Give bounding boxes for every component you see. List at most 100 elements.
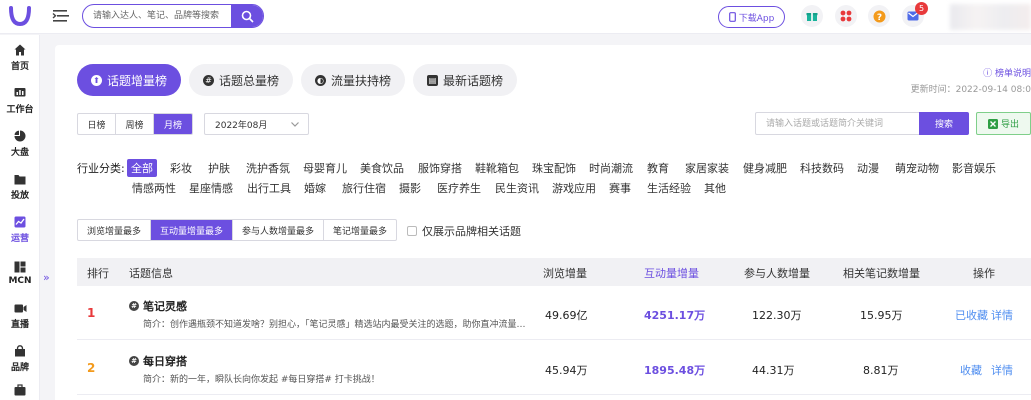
industry-tag[interactable]: 彩妆 (170, 160, 192, 176)
folder-icon (14, 174, 26, 184)
rank-rule-link[interactable]: ⓘ 榜单说明 (983, 66, 1031, 79)
industry-tag[interactable]: 出行工具 (247, 180, 291, 196)
industry-tag[interactable]: 洗护香氛 (246, 160, 290, 176)
industry-tag[interactable]: 动漫 (857, 160, 879, 176)
user-avatar[interactable] (950, 4, 1031, 30)
sidebar-item-label: 品牌 (10, 363, 29, 373)
tab-label: 流量扶持榜 (331, 73, 392, 88)
sidebar-item-operation[interactable]: 运营 (0, 210, 40, 250)
brand-only-checkbox[interactable]: 仅展示品牌相关话题 (407, 223, 521, 239)
favorite-button[interactable]: 已收藏 (955, 307, 988, 323)
industry-tag[interactable]: 星座情感 (189, 180, 233, 196)
message-button[interactable]: 5 (902, 2, 928, 27)
help-button[interactable]: ? (868, 5, 890, 27)
table-row: 1 # 笔记灵感 简介：创作遇瓶颈不知道发啥？别担心，「笔记灵感」精选站内最受关… (77, 286, 1031, 340)
topic-intro: 简介：创作遇瓶颈不知道发啥？别担心，「笔记灵感」精选站内最受关注的选题，助你直冲… (143, 320, 526, 330)
industry-tag[interactable]: 婚嫁 (304, 180, 326, 196)
global-search-input[interactable] (83, 5, 233, 27)
industry-tag[interactable]: 旅行住宿 (342, 180, 386, 196)
industry-tag[interactable]: 全部 (127, 159, 157, 177)
industry-tag[interactable]: 护肤 (208, 160, 230, 176)
sidebar-item-live[interactable]: 直播 (0, 296, 40, 336)
sidebar-item-more[interactable] (0, 380, 40, 400)
industry-tag[interactable]: 生活经验 (647, 180, 691, 196)
topic-title[interactable]: # 笔记灵感 (129, 298, 187, 314)
industry-tag[interactable]: 家居家装 (685, 160, 729, 176)
industry-tag[interactable]: 美食饮品 (360, 160, 404, 176)
industry-tag[interactable]: 教育 (647, 160, 669, 176)
sort-interactions[interactable]: 互动量增量最多 (151, 220, 234, 240)
row-rank: 1 (87, 306, 96, 320)
gift-button[interactable] (801, 5, 823, 27)
tab-topic-increment[interactable]: ⬆ 话题增量榜 (77, 64, 182, 96)
sidebar-item-home[interactable]: 首页 (0, 38, 40, 78)
industry-tag[interactable]: 母婴育儿 (303, 160, 347, 176)
industry-tag[interactable]: 鞋靴箱包 (475, 160, 519, 176)
month-value: 2022年08月 (215, 120, 268, 131)
col-interactions[interactable]: 互动量增量 (644, 265, 699, 281)
row-rank: 2 (87, 361, 96, 375)
sidebar-expand-button[interactable]: » (43, 271, 50, 284)
sort-participants[interactable]: 参与人数增量最多 (233, 220, 325, 240)
gift-icon (806, 13, 818, 21)
views-value: 49.69亿 (545, 309, 588, 322)
main-panel: ⬆ 话题增量榜 # 话题总量榜 ◐ 流量扶持榜 ▤ 最新话题榜 ⓘ 榜单说明 更… (55, 45, 1031, 400)
sidebar-item-workbench[interactable]: 工作台 (0, 81, 40, 121)
export-button[interactable]: 导出 (976, 112, 1031, 135)
checkbox-box (407, 226, 417, 236)
global-search-button[interactable] (231, 5, 263, 27)
industry-tag[interactable]: 赛事 (609, 180, 631, 196)
participants-value: 44.31万 (752, 364, 795, 377)
brand-only-label: 仅展示品牌相关话题 (422, 225, 521, 238)
notes-value: 15.95万 (860, 309, 903, 322)
sidebar-item-mcn[interactable]: MCN (0, 253, 40, 293)
menu-toggle-icon[interactable] (52, 7, 70, 25)
chevron-down-icon (291, 122, 299, 127)
industry-tag[interactable]: 影音娱乐 (952, 160, 996, 176)
sort-views[interactable]: 浏览增量最多 (78, 220, 152, 240)
col-notes[interactable]: 相关笔记数增量 (843, 265, 920, 281)
interactions-value: 4251.17万 (644, 309, 706, 322)
participants-value: 122.30万 (752, 309, 802, 322)
topic-search-button[interactable]: 搜索 (919, 112, 969, 135)
app-logo[interactable] (8, 5, 32, 27)
col-views[interactable]: 浏览增量 (543, 265, 587, 281)
apps-button[interactable] (835, 5, 857, 27)
tab-label: 话题增量榜 (107, 73, 168, 88)
help-icon: ? (873, 10, 885, 23)
download-app-button[interactable]: 下载App (718, 6, 785, 28)
favorite-button[interactable]: 收藏 (960, 362, 982, 378)
sidebar-item-market[interactable]: 大盘 (0, 124, 40, 164)
tab-latest-topics[interactable]: ▤ 最新话题榜 (413, 64, 518, 96)
industry-tag[interactable]: 时尚潮流 (589, 160, 633, 176)
update-time: 更新时间：2022-09-14 08:0 (910, 85, 1031, 95)
industry-tag[interactable]: 健身减肥 (743, 160, 787, 176)
month-picker[interactable]: 2022年08月 (204, 113, 309, 135)
industry-tag[interactable]: 其他 (704, 180, 726, 196)
tab-traffic-support[interactable]: ◐ 流量扶持榜 (301, 64, 406, 96)
industry-tag[interactable]: 服饰穿搭 (418, 160, 462, 176)
period-day[interactable]: 日榜 (78, 114, 116, 134)
col-participants[interactable]: 参与人数增量 (744, 265, 810, 281)
industry-tag[interactable]: 萌宠动物 (895, 160, 939, 176)
sidebar-item-placement[interactable]: 投放 (0, 167, 40, 207)
tab-topic-total[interactable]: # 话题总量榜 (189, 64, 294, 96)
industry-tag[interactable]: 游戏应用 (552, 180, 596, 196)
industry-tag[interactable]: 情感两性 (132, 180, 176, 196)
top-bar: 下载App ? 5 (0, 0, 1031, 34)
topic-title[interactable]: # 每日穿搭 (129, 353, 187, 369)
period-month[interactable]: 月榜 (154, 114, 192, 134)
detail-button[interactable]: 详情 (991, 362, 1013, 378)
industry-tag[interactable]: 摄影 (399, 180, 421, 196)
detail-button[interactable]: 详情 (991, 307, 1013, 323)
sort-notes[interactable]: 笔记增量最多 (324, 220, 396, 240)
industry-tag[interactable]: 科技数码 (800, 160, 844, 176)
industry-tag[interactable]: 医疗养生 (437, 180, 481, 196)
sidebar-item-brand[interactable]: 品牌 (0, 339, 40, 379)
industry-tag[interactable]: 民生资讯 (495, 180, 539, 196)
topic-keyword-input[interactable] (755, 112, 920, 135)
sidebar-item-label: 大盘 (10, 148, 29, 158)
period-week[interactable]: 周榜 (116, 114, 154, 134)
industry-tag[interactable]: 珠宝配饰 (532, 160, 576, 176)
trend-icon (14, 216, 26, 228)
